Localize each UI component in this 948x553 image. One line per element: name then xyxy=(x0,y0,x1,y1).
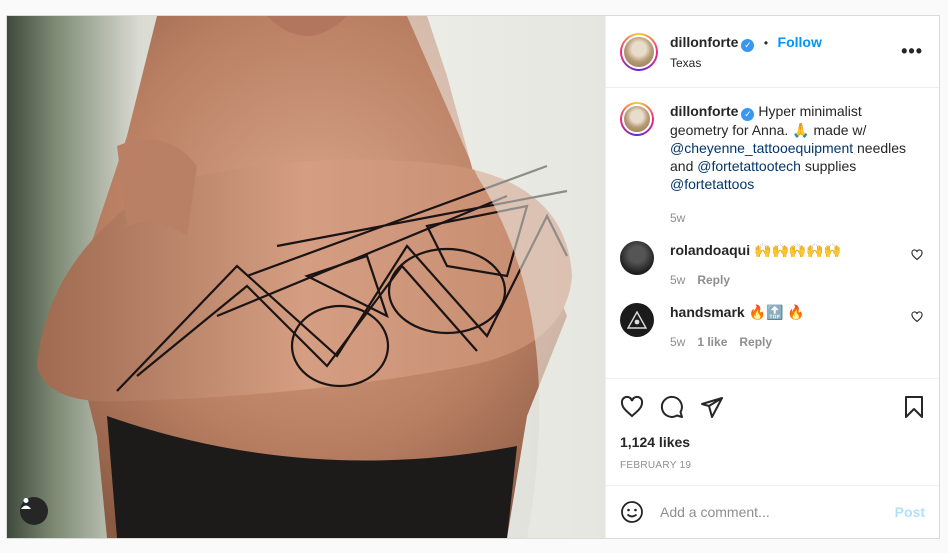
post-date[interactable]: February 19 xyxy=(606,450,939,485)
reply-button[interactable]: Reply xyxy=(697,273,730,287)
mention-link[interactable]: @fortetattootech xyxy=(697,158,801,174)
caption-timestamp[interactable]: 5w xyxy=(670,211,685,225)
comment-input[interactable] xyxy=(660,504,895,520)
comment-bubble-icon[interactable] xyxy=(660,395,684,419)
post-photo[interactable] xyxy=(7,16,605,538)
comment-row: rolandoaqui 🙌🙌🙌🙌🙌 5w Reply xyxy=(620,241,923,289)
caption-text: supplies xyxy=(804,158,857,174)
action-bar xyxy=(606,378,939,434)
comment-timestamp[interactable]: 5w xyxy=(670,273,685,287)
post-comment-button[interactable]: Post xyxy=(895,504,925,520)
more-options-icon[interactable]: ••• xyxy=(901,41,923,62)
verified-badge-icon: ✓ xyxy=(741,108,755,121)
location-link[interactable]: Texas xyxy=(670,56,901,70)
share-paper-plane-icon[interactable] xyxy=(700,395,724,419)
comment-text: 🙌🙌🙌🙌🙌 xyxy=(754,242,842,258)
post-header: dillonforte ✓ • Follow Texas ••• xyxy=(606,16,939,88)
like-comment-heart-icon[interactable] xyxy=(911,249,923,261)
author-avatar[interactable] xyxy=(620,32,658,71)
separator-dot: • xyxy=(763,35,769,50)
caption-username[interactable]: dillonforte xyxy=(670,103,738,119)
comment-row: handsmark 🔥🔝 🔥 5w 1 like Reply xyxy=(620,303,923,351)
commenter-avatar[interactable] xyxy=(620,303,654,337)
comment-text: 🔥🔝 🔥 xyxy=(748,304,805,320)
follow-button[interactable]: Follow xyxy=(778,34,822,50)
comment-timestamp[interactable]: 5w xyxy=(670,335,685,349)
author-username[interactable]: dillonforte xyxy=(670,34,738,50)
add-comment-bar: Post xyxy=(606,485,939,538)
reply-button[interactable]: Reply xyxy=(739,335,772,349)
bookmark-icon[interactable] xyxy=(903,395,925,419)
like-count[interactable]: 1,124 likes xyxy=(606,434,939,450)
like-heart-icon[interactable] xyxy=(620,395,644,419)
post-sidebar: dillonforte ✓ • Follow Texas ••• dillonfo… xyxy=(605,16,939,538)
commenter-username[interactable]: handsmark xyxy=(670,304,745,320)
comment-likes[interactable]: 1 like xyxy=(697,335,727,349)
user-tag-icon[interactable] xyxy=(20,497,48,525)
caption-author-avatar[interactable] xyxy=(620,102,654,136)
caption-row: dillonforte ✓ Hyper minimalist geometry f… xyxy=(620,102,923,227)
mention-link[interactable]: @fortetattoos xyxy=(670,176,754,192)
verified-badge-icon: ✓ xyxy=(741,38,755,52)
post-dialog: dillonforte ✓ • Follow Texas ••• dillonfo… xyxy=(6,15,940,539)
commenter-username[interactable]: rolandoaqui xyxy=(670,242,750,258)
like-comment-heart-icon[interactable] xyxy=(911,311,923,323)
commenter-avatar[interactable] xyxy=(620,241,654,275)
smiley-icon[interactable] xyxy=(620,500,644,524)
mention-link[interactable]: @cheyenne_tattooequipment xyxy=(670,140,853,156)
comments-list: dillonforte ✓ Hyper minimalist geometry f… xyxy=(606,88,939,378)
tattoo-photo-illustration xyxy=(37,16,605,538)
